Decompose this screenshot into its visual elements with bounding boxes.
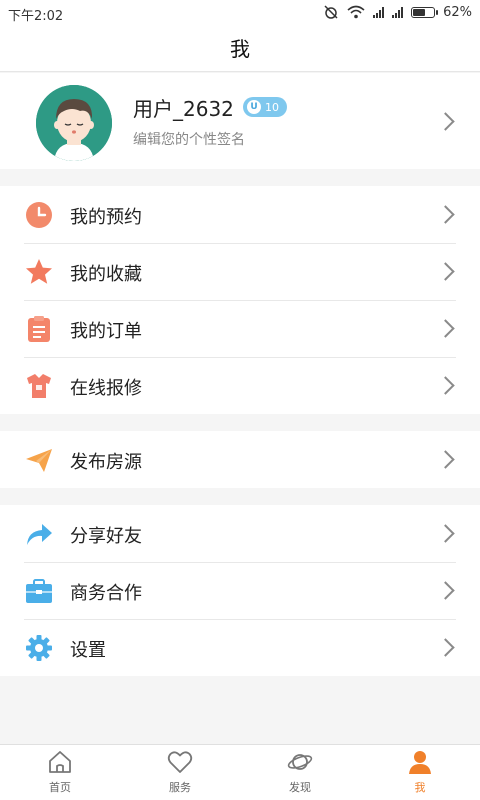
menu-label: 我的订单 xyxy=(70,321,142,342)
menu-item-appointments[interactable]: 我的预约 xyxy=(0,186,480,243)
menu-label: 我的预约 xyxy=(70,207,142,228)
menu-label: 商务合作 xyxy=(70,583,142,604)
chevron-right-icon xyxy=(436,319,455,338)
chevron-right-icon xyxy=(436,112,455,131)
menu-item-settings[interactable]: 设置 xyxy=(0,619,480,676)
menu-label: 分享好友 xyxy=(70,526,142,547)
battery-percent: 62% xyxy=(443,4,472,20)
heart-icon xyxy=(167,751,193,773)
briefcase-icon xyxy=(26,579,52,603)
tab-home[interactable]: 首页 xyxy=(20,749,100,799)
home-icon xyxy=(49,751,71,773)
tab-discover[interactable]: 发现 xyxy=(260,749,340,799)
menu-group-more: 分享好友 商务合作 设置 xyxy=(0,505,480,676)
menu-item-business[interactable]: 商务合作 xyxy=(0,562,480,619)
avatar-illustration xyxy=(36,85,112,161)
chevron-right-icon xyxy=(436,450,455,469)
chevron-right-icon xyxy=(436,205,455,224)
battery-icon xyxy=(411,6,439,18)
avatar[interactable] xyxy=(36,85,112,161)
menu-item-repair[interactable]: 在线报修 xyxy=(0,357,480,414)
menu-item-orders[interactable]: 我的订单 xyxy=(0,300,480,357)
level-value: 10 xyxy=(265,100,279,114)
chevron-right-icon xyxy=(436,581,455,600)
tab-label: 服务 xyxy=(169,781,191,794)
page-title: 我 xyxy=(0,26,480,72)
menu-label: 设置 xyxy=(70,640,106,661)
chevron-right-icon xyxy=(436,524,455,543)
menu-label: 发布房源 xyxy=(70,452,142,473)
share-icon xyxy=(27,524,52,545)
user-icon xyxy=(409,751,431,774)
signature-text[interactable]: 编辑您的个性签名 xyxy=(133,129,245,149)
menu-label: 我的收藏 xyxy=(70,264,142,285)
menu-item-share[interactable]: 分享好友 xyxy=(0,505,480,562)
wifi-icon xyxy=(347,5,365,19)
star-icon xyxy=(26,259,52,284)
planet-icon xyxy=(287,754,313,770)
alarm-off-icon xyxy=(324,5,338,19)
order-list-icon xyxy=(28,316,50,342)
menu-group-publish: 发布房源 xyxy=(0,431,480,488)
chevron-right-icon xyxy=(436,262,455,281)
status-icons: 62% xyxy=(323,4,472,20)
profile-card[interactable]: 用户_2632 U 10 编辑您的个性签名 xyxy=(0,73,480,169)
tab-label: 发现 xyxy=(289,781,311,794)
chevron-right-icon xyxy=(436,376,455,395)
menu-item-favorites[interactable]: 我的收藏 xyxy=(0,243,480,300)
repair-icon xyxy=(27,374,51,398)
user-level-icon: U xyxy=(247,100,261,114)
menu-item-publish[interactable]: 发布房源 xyxy=(0,431,480,488)
gear-icon xyxy=(26,635,52,661)
paper-plane-icon xyxy=(26,449,52,472)
tab-service[interactable]: 服务 xyxy=(140,749,220,799)
status-time: 下午2:02 xyxy=(8,9,64,24)
menu-label: 在线报修 xyxy=(70,378,142,399)
signal-icon xyxy=(392,6,404,18)
level-badge: U 10 xyxy=(243,97,287,117)
bottom-tab-bar: 首页 服务 发现 我 xyxy=(0,744,480,800)
signal-icon xyxy=(373,6,385,18)
clock-icon xyxy=(26,202,52,228)
status-bar: 下午2:02 62% xyxy=(0,0,480,26)
chevron-right-icon xyxy=(436,638,455,657)
battery-level xyxy=(413,8,425,16)
tab-me[interactable]: 我 xyxy=(380,749,460,799)
tab-label: 首页 xyxy=(49,781,71,794)
menu-group-account: 我的预约 我的收藏 我的订单 在线报修 xyxy=(0,186,480,414)
tab-label: 我 xyxy=(414,781,426,794)
username: 用户_2632 xyxy=(133,97,234,121)
